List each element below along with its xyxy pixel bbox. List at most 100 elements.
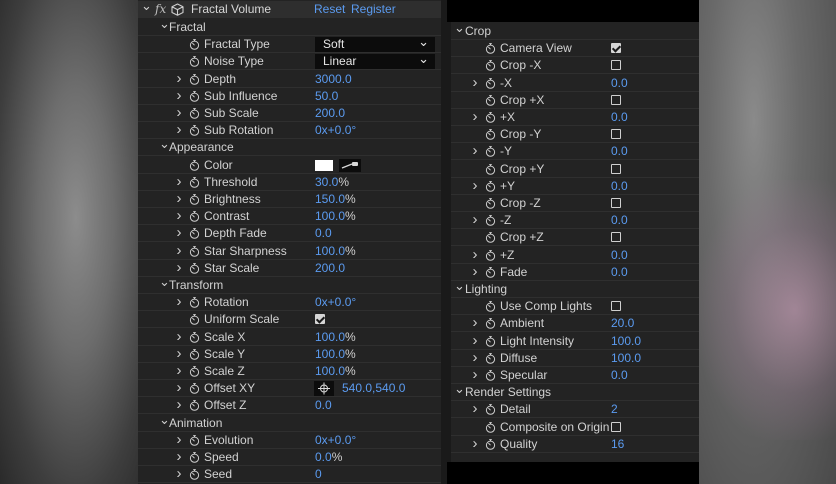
value-number[interactable]: 20.0 <box>611 316 634 330</box>
chevron-right-icon[interactable] <box>470 264 480 282</box>
chevron-right-icon[interactable] <box>174 260 184 278</box>
sub-influence-value[interactable]: 50.0 <box>315 88 338 105</box>
stopwatch-icon[interactable] <box>189 194 200 205</box>
chevron-right-icon[interactable] <box>470 367 480 385</box>
stopwatch-icon[interactable] <box>189 90 200 102</box>
light-intensity-value[interactable]: 100.0 <box>611 333 641 350</box>
stopwatch-icon[interactable] <box>485 77 496 89</box>
chevron-right-icon[interactable] <box>470 436 480 454</box>
stopwatch-icon[interactable] <box>189 469 200 480</box>
value-number[interactable]: 100.0 <box>315 364 345 378</box>
chevron-right-icon[interactable] <box>174 329 184 347</box>
value-number[interactable]: 0.0 <box>611 248 628 262</box>
contrast-value[interactable]: 100.0% <box>315 208 356 225</box>
stopwatch-icon[interactable] <box>485 198 496 209</box>
stopwatch-icon[interactable] <box>189 56 200 68</box>
value-number[interactable]: 200.0 <box>315 106 345 120</box>
value-number[interactable]: 0.0 <box>611 179 628 193</box>
diffuse-value[interactable]: 100.0 <box>611 350 641 367</box>
value-number[interactable]: 100.0 <box>611 334 641 348</box>
chevron-right-icon[interactable] <box>470 247 480 265</box>
use-comp-lights-checkbox[interactable] <box>611 301 621 312</box>
evolution-value[interactable]: 0x+0.0° <box>315 432 356 449</box>
chevron-right-icon[interactable] <box>470 178 480 196</box>
value-number[interactable]: 50.0 <box>315 89 338 103</box>
value-number[interactable]: 100.0 <box>611 351 641 365</box>
chevron-right-icon[interactable] <box>470 75 480 93</box>
composite-on-origin-checkbox[interactable] <box>611 421 621 432</box>
chevron-down-icon[interactable] <box>454 384 464 403</box>
value-number[interactable]: 2 <box>611 402 618 416</box>
value-number[interactable]: 100.0 <box>315 330 345 344</box>
chevron-right-icon[interactable] <box>174 122 184 140</box>
offset-xy-value[interactable]: 540.0,540.0 <box>342 380 405 397</box>
chevron-right-icon[interactable] <box>470 401 480 419</box>
chevron-down-icon[interactable] <box>141 1 151 20</box>
value-number[interactable]: 200.0 <box>315 261 345 275</box>
uniform-scale-checkbox[interactable] <box>315 314 325 325</box>
chevron-down-icon[interactable] <box>159 277 169 296</box>
rotation-value[interactable]: 0x+0.0° <box>315 294 356 311</box>
depth-value[interactable]: 3000.0 <box>315 71 352 88</box>
crop-y-checkbox[interactable] <box>611 163 621 174</box>
seed-value[interactable]: 0 <box>315 466 322 483</box>
crop-x-checkbox[interactable] <box>611 60 621 71</box>
stopwatch-icon[interactable] <box>189 39 200 50</box>
stopwatch-icon[interactable] <box>485 318 496 330</box>
stopwatch-icon[interactable] <box>485 163 496 175</box>
chevron-right-icon[interactable] <box>470 333 480 351</box>
value-number[interactable]: 0.0 <box>611 265 628 279</box>
reset-link[interactable]: Reset <box>314 1 345 18</box>
z-value[interactable]: 0.0 <box>611 247 628 264</box>
value-number[interactable]: 0x+0.0° <box>315 295 356 309</box>
value-number[interactable]: 0.0 <box>315 450 332 464</box>
specular-value[interactable]: 0.0 <box>611 367 628 384</box>
chevron-down-icon[interactable] <box>159 415 169 434</box>
quality-value[interactable]: 16 <box>611 436 624 453</box>
scale-y-value[interactable]: 100.0% <box>315 346 356 363</box>
chevron-right-icon[interactable] <box>174 71 184 89</box>
value-number[interactable]: 0.0 <box>611 213 628 227</box>
stopwatch-icon[interactable] <box>485 249 496 261</box>
chevron-right-icon[interactable] <box>174 225 184 243</box>
stopwatch-icon[interactable] <box>189 348 200 360</box>
chevron-right-icon[interactable] <box>470 315 480 333</box>
stopwatch-icon[interactable] <box>189 331 200 343</box>
value-number[interactable]: 16 <box>611 437 624 451</box>
stopwatch-icon[interactable] <box>189 383 200 394</box>
crop-x-checkbox[interactable] <box>611 94 621 105</box>
chevron-right-icon[interactable] <box>174 243 184 261</box>
register-link[interactable]: Register <box>351 1 396 18</box>
stopwatch-icon[interactable] <box>189 245 200 257</box>
value-number[interactable]: 0.0 <box>611 144 628 158</box>
scale-x-value[interactable]: 100.0% <box>315 329 356 346</box>
y-value[interactable]: 0.0 <box>611 178 628 195</box>
stopwatch-icon[interactable] <box>189 400 200 412</box>
stopwatch-icon[interactable] <box>485 335 496 347</box>
x-value[interactable]: 0.0 <box>611 109 628 126</box>
stopwatch-icon[interactable] <box>189 228 200 240</box>
stopwatch-icon[interactable] <box>485 421 496 433</box>
chevron-down-icon[interactable] <box>159 139 169 158</box>
stopwatch-icon[interactable] <box>189 314 200 326</box>
stopwatch-icon[interactable] <box>485 94 496 106</box>
stopwatch-icon[interactable] <box>485 232 496 244</box>
chevron-right-icon[interactable] <box>470 212 480 230</box>
stopwatch-icon[interactable] <box>485 129 496 140</box>
ambient-value[interactable]: 20.0 <box>611 315 634 332</box>
value-number[interactable]: 0.0 <box>315 226 332 240</box>
value-number[interactable]: 0.0 <box>611 76 628 90</box>
speed-value[interactable]: 0.0% <box>315 449 342 466</box>
star-scale-value[interactable]: 200.0 <box>315 260 345 277</box>
stopwatch-icon[interactable] <box>485 370 496 381</box>
stopwatch-icon[interactable] <box>189 366 200 377</box>
crop-z-checkbox[interactable] <box>611 198 621 208</box>
y-value[interactable]: 0.0 <box>611 143 628 160</box>
chevron-right-icon[interactable] <box>470 143 480 161</box>
eyedropper-icon[interactable] <box>339 158 361 172</box>
x-value[interactable]: 0.0 <box>611 75 628 92</box>
star-sharpness-value[interactable]: 100.0% <box>315 243 356 260</box>
camera-view-checkbox[interactable] <box>611 43 621 54</box>
value-number[interactable]: 0.0 <box>611 110 628 124</box>
noise-type-dropdown[interactable]: Linear ⌄ <box>315 51 435 70</box>
